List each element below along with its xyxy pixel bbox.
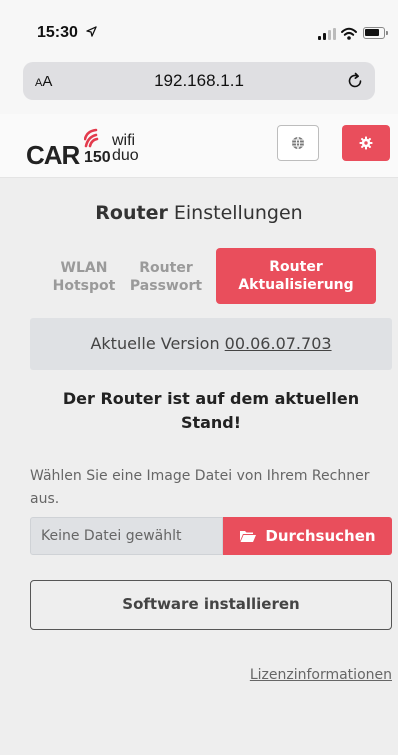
signal-waves-icon (84, 128, 99, 148)
logo-duo: duo (112, 147, 139, 164)
version-label: Aktuelle Version (90, 334, 225, 353)
status-line-1: Der Router ist auf dem aktuellen (62, 389, 360, 408)
tab-label-line1: Router (139, 260, 193, 276)
browse-button[interactable]: Durchsuchen (223, 517, 392, 555)
wifi-icon (341, 25, 357, 40)
page-title: Router Einstellungen (95, 202, 303, 224)
car150-logo[interactable]: CAR 150 wifi duo (26, 126, 176, 170)
address-bar[interactable]: AA 192.168.1.1 (23, 62, 375, 100)
update-status-message: Der Router ist auf dem aktuellen Stand! (30, 387, 392, 435)
install-software-button[interactable]: Software installieren (30, 580, 392, 630)
reload-icon[interactable] (345, 71, 365, 91)
location-arrow-icon (86, 26, 97, 40)
tab-label-line2: Hotspot (52, 278, 116, 294)
logo-number: 150 (84, 149, 111, 166)
folder-open-icon (240, 531, 257, 542)
license-info-link[interactable]: Lizenzinformationen (250, 667, 392, 683)
tab-label-line2: Passwort (129, 278, 203, 294)
tab-label-line1: Router (269, 259, 323, 275)
url-text[interactable]: 192.168.1.1 (23, 71, 375, 91)
file-hint: Wählen Sie eine Image Datei von Ihrem Re… (30, 468, 370, 507)
site-header: CAR 150 wifi duo (0, 114, 398, 178)
globe-icon (292, 136, 304, 150)
version-value: 00.06.07.703 (224, 334, 332, 353)
tab-router-aktualisierung[interactable]: Router Aktualisierung (216, 248, 376, 304)
tab-router-passwort[interactable]: Router Passwort (122, 259, 210, 295)
status-line-2: Stand! (180, 413, 242, 432)
language-button[interactable] (277, 125, 319, 161)
browser-toolbar: AA 192.168.1.1 (0, 58, 398, 114)
browse-label: Durchsuchen (265, 527, 376, 545)
cellular-signal-icon (318, 28, 336, 40)
battery-icon (363, 27, 388, 39)
current-version-box: Aktuelle Version 00.06.07.703 (30, 318, 392, 370)
tab-label-line1: WLAN (60, 260, 108, 276)
file-name-field[interactable]: Keine Datei gewählt (30, 517, 223, 555)
tab-wlan-hotspot[interactable]: WLAN Hotspot (40, 259, 128, 295)
logo-brand: CAR (26, 140, 80, 170)
status-bar: 15:30 (0, 0, 398, 58)
tab-label-line2: Aktualisierung (238, 277, 354, 293)
file-picker: Keine Datei gewählt Durchsuchen (30, 517, 392, 555)
status-time: 15:30 (37, 24, 78, 41)
settings-button[interactable] (342, 125, 390, 161)
gear-icon (359, 136, 373, 150)
